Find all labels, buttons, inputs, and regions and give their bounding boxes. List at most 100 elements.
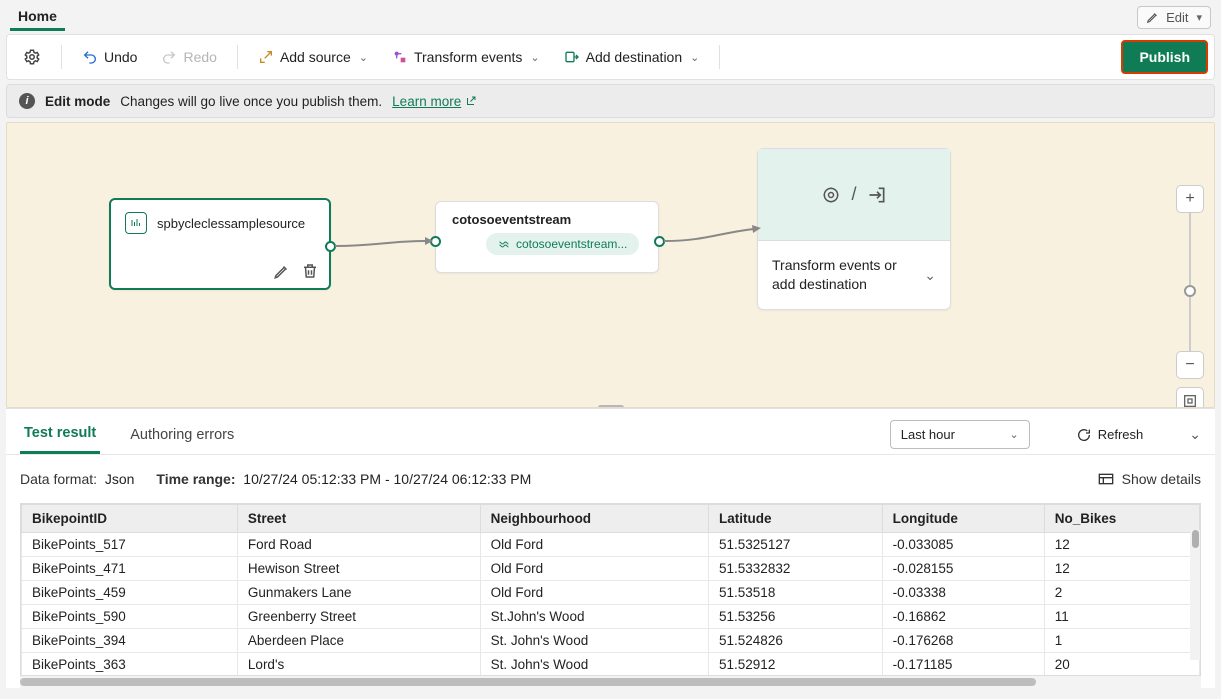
zoom-in-button[interactable]: + — [1176, 185, 1204, 213]
undo-label: Undo — [104, 49, 137, 65]
pencil-icon[interactable] — [273, 262, 291, 280]
source-node-title: spbycleclessamplesource — [157, 216, 305, 231]
column-header[interactable]: Street — [237, 505, 480, 533]
connector-wire — [664, 223, 764, 253]
eventstream-node-title: cotosoeventstream — [436, 202, 658, 231]
column-header[interactable]: Neighbourhood — [480, 505, 708, 533]
details-icon — [1098, 472, 1114, 486]
transform-events-label: Transform events — [414, 49, 522, 65]
add-source-icon — [258, 49, 274, 65]
table-cell: Old Ford — [480, 533, 708, 557]
connector-wire — [335, 236, 435, 256]
zoom-slider[interactable] — [1189, 213, 1191, 351]
table-cell: -0.03338 — [882, 581, 1044, 605]
panel-resize-handle[interactable] — [598, 405, 624, 408]
scrollbar-thumb[interactable] — [1192, 530, 1199, 548]
table-row[interactable]: BikePoints_471Hewison StreetOld Ford51.5… — [22, 557, 1200, 581]
destination-top: / — [758, 149, 950, 241]
add-source-button[interactable]: Add source ⌄ — [248, 43, 378, 71]
add-source-label: Add source — [280, 49, 351, 65]
collapse-panel-button[interactable]: ⌄ — [1189, 426, 1201, 443]
edit-dropdown[interactable]: Edit ▾ — [1137, 6, 1211, 29]
refresh-button[interactable]: Refresh — [1068, 421, 1152, 449]
fit-to-screen-button[interactable] — [1176, 387, 1204, 408]
table-cell: Old Ford — [480, 557, 708, 581]
table-cell: Greenberry Street — [237, 605, 480, 629]
column-header[interactable]: BikepointID — [22, 505, 238, 533]
column-header[interactable]: Longitude — [882, 505, 1044, 533]
eventstream-chip-label: cotosoeventstream... — [516, 237, 627, 251]
source-node-icon — [125, 212, 147, 234]
transform-events-button[interactable]: Transform events ⌄ — [382, 43, 550, 71]
tab-test-result[interactable]: Test result — [20, 415, 100, 454]
chevron-down-icon: ⌄ — [690, 51, 699, 64]
column-header[interactable]: Latitude — [709, 505, 883, 533]
redo-icon — [161, 49, 177, 65]
table-row[interactable]: BikePoints_517Ford RoadOld Ford51.532512… — [22, 533, 1200, 557]
table-cell: 1 — [1044, 629, 1199, 653]
table-cell: BikePoints_459 — [22, 581, 238, 605]
exit-icon — [867, 185, 887, 205]
banner-text: Changes will go live once you publish th… — [120, 94, 382, 109]
table-cell: BikePoints_394 — [22, 629, 238, 653]
zoom-slider-thumb[interactable] — [1184, 285, 1196, 297]
table-cell: 51.524826 — [709, 629, 883, 653]
eventstream-node[interactable]: cotosoeventstream cotosoeventstream... — [435, 201, 659, 273]
input-port[interactable] — [430, 236, 441, 247]
add-destination-button[interactable]: Add destination ⌄ — [554, 43, 710, 71]
table-row[interactable]: BikePoints_394Aberdeen PlaceSt. John's W… — [22, 629, 1200, 653]
table-cell: -0.033085 — [882, 533, 1044, 557]
learn-more-link[interactable]: Learn more — [392, 94, 477, 109]
tab-home[interactable]: Home — [10, 4, 65, 31]
redo-button[interactable]: Redo — [151, 43, 226, 71]
chevron-down-icon[interactable]: ⌄ — [924, 266, 936, 285]
eventstream-chip[interactable]: cotosoeventstream... — [486, 233, 639, 255]
external-link-icon — [465, 95, 477, 107]
destination-placeholder-node[interactable]: / Transform events or add destination ⌄ — [757, 148, 951, 310]
horizontal-scrollbar[interactable] — [20, 676, 1201, 688]
stream-icon — [498, 238, 510, 250]
table-cell: 51.5332832 — [709, 557, 883, 581]
table-cell: Gunmakers Lane — [237, 581, 480, 605]
table-cell: 12 — [1044, 557, 1199, 581]
publish-button[interactable]: Publish — [1121, 40, 1208, 74]
tab-authoring-errors[interactable]: Authoring errors — [126, 417, 238, 453]
table-cell: BikePoints_517 — [22, 533, 238, 557]
transform-icon — [392, 49, 408, 65]
pipeline-canvas[interactable]: spbycleclessamplesource cotosoeventstrea… — [6, 122, 1215, 408]
edit-mode-banner: i Edit mode Changes will go live once yo… — [6, 84, 1215, 118]
undo-button[interactable]: Undo — [72, 43, 147, 71]
data-format-block: Data format: Json — [20, 471, 134, 487]
table-row[interactable]: BikePoints_363Lord'sSt. John's Wood51.52… — [22, 653, 1200, 677]
table-row[interactable]: BikePoints_459Gunmakers LaneOld Ford51.5… — [22, 581, 1200, 605]
zoom-out-button[interactable]: − — [1176, 351, 1204, 379]
redo-label: Redo — [183, 49, 216, 65]
time-range-dropdown[interactable]: Last hour ⌄ — [890, 420, 1030, 449]
show-details-button[interactable]: Show details — [1098, 471, 1201, 487]
show-details-label: Show details — [1122, 471, 1201, 487]
results-panel: Test result Authoring errors Last hour ⌄… — [6, 408, 1215, 688]
table-cell: 11 — [1044, 605, 1199, 629]
time-range-block: Time range: 10/27/24 05:12:33 PM - 10/27… — [156, 471, 531, 487]
toolbar-separator — [719, 45, 720, 69]
table-cell: 51.52912 — [709, 653, 883, 677]
transform-icon — [821, 185, 841, 205]
table-cell: 51.5325127 — [709, 533, 883, 557]
scrollbar-thumb[interactable] — [20, 678, 1036, 686]
table-cell: St. John's Wood — [480, 629, 708, 653]
trash-icon[interactable] — [301, 262, 319, 280]
source-node[interactable]: spbycleclessamplesource — [109, 198, 331, 290]
vertical-scrollbar[interactable] — [1190, 530, 1200, 660]
table-cell: 12 — [1044, 533, 1199, 557]
output-port[interactable] — [325, 241, 336, 252]
toolbar-separator — [61, 45, 62, 69]
table-cell: BikePoints_590 — [22, 605, 238, 629]
settings-button[interactable] — [13, 42, 51, 72]
info-icon: i — [19, 93, 35, 109]
output-port[interactable] — [654, 236, 665, 247]
table-cell: BikePoints_363 — [22, 653, 238, 677]
table-row[interactable]: BikePoints_590Greenberry StreetSt.John's… — [22, 605, 1200, 629]
learn-more-label: Learn more — [392, 94, 461, 109]
results-table-wrap: BikepointIDStreetNeighbourhoodLatitudeLo… — [20, 503, 1201, 676]
column-header[interactable]: No_Bikes — [1044, 505, 1199, 533]
